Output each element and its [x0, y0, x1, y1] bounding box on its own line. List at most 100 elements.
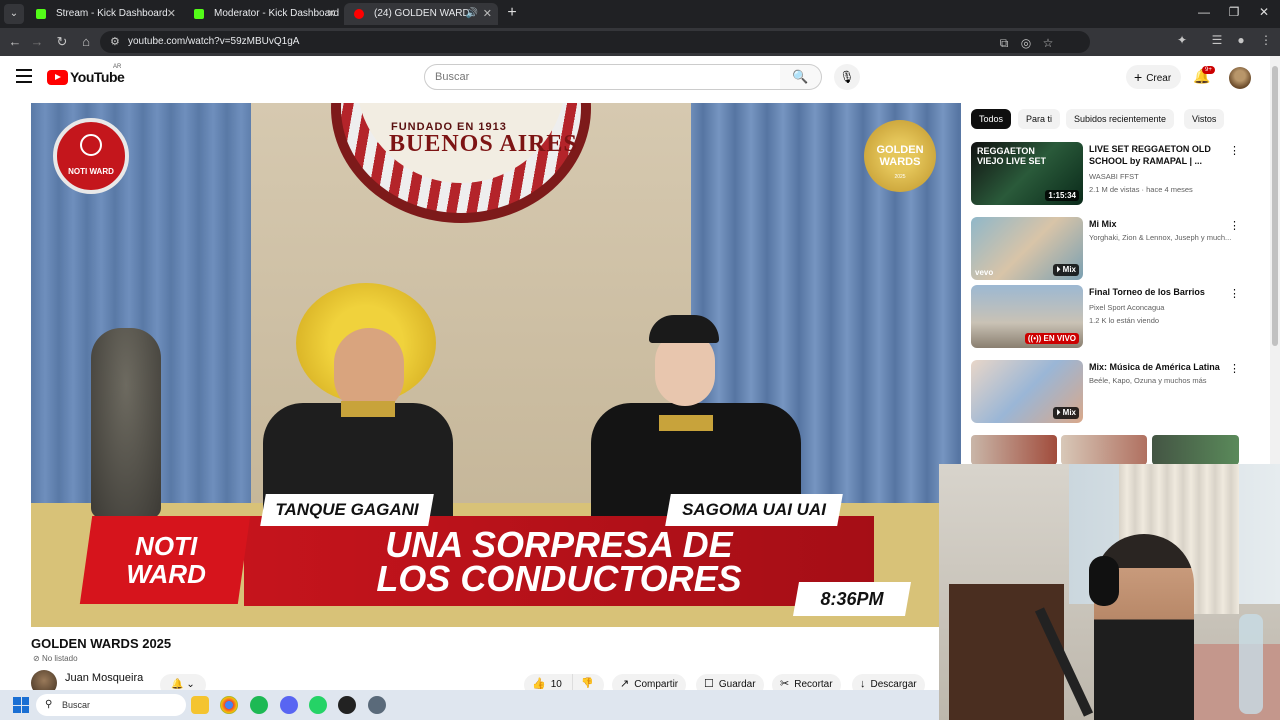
shorts-thumbnail[interactable] — [1061, 435, 1147, 465]
recommendation-title: LIVE SET REGGAETON OLD SCHOOL by RAMAPAL… — [1089, 144, 1211, 166]
tab-kick-stream[interactable]: Stream - Kick Dashboard ✕ — [26, 3, 182, 25]
chip-recent-uploads[interactable]: Subidos recientemente — [1066, 109, 1175, 129]
shorts-thumbnail[interactable] — [1152, 435, 1239, 465]
tab-kick-moderator[interactable]: Moderator - Kick Dashboard ✕ — [184, 3, 342, 25]
video-thumbnail[interactable]: vevo ⏵ Mix — [971, 217, 1083, 280]
recommendation-title: Mi Mix — [1089, 219, 1117, 229]
webcam-overlay — [939, 464, 1280, 720]
forward-arrow-icon[interactable]: → — [28, 33, 46, 51]
tab-youtube-active[interactable]: (24) GOLDEN WARDS 2025 🔊 ✕ — [344, 3, 498, 25]
url-text[interactable]: youtube.com/watch?v=59zMBUvQ1gA — [128, 31, 299, 53]
host-left-bowtie — [341, 401, 395, 417]
soccer-ball-icon — [80, 134, 102, 156]
recommendation-item[interactable]: ((•)) EN VIVO Final Torneo de los Barrio… — [971, 285, 1241, 349]
windows-start-icon[interactable] — [13, 697, 29, 713]
close-window-button[interactable]: ✕ — [1254, 5, 1274, 19]
profile-avatar-icon[interactable]: ● — [1233, 33, 1249, 47]
extensions-icon[interactable]: ✦ — [1174, 33, 1190, 47]
file-explorer-icon[interactable] — [191, 696, 209, 714]
search-box — [424, 64, 781, 90]
bookmark-star-icon[interactable]: ☆ — [1040, 36, 1056, 50]
minimize-button[interactable]: — — [1194, 5, 1214, 19]
time-text: 8:36PM — [820, 589, 884, 609]
video-thumbnail[interactable]: ⏵ Mix — [971, 360, 1083, 423]
account-avatar[interactable] — [1229, 67, 1251, 89]
youtube-play-icon — [47, 70, 68, 85]
tab-search-button[interactable]: ⌄ — [4, 4, 24, 24]
video-title: GOLDEN WARDS 2025 — [31, 636, 172, 651]
close-tab-icon[interactable]: ✕ — [483, 3, 492, 25]
browser-menu-icon[interactable]: ⋮ — [1258, 33, 1274, 47]
chip-todos[interactable]: Todos — [971, 109, 1012, 129]
webcam-dresser — [949, 584, 1064, 720]
scissors-icon: ✂ — [780, 678, 790, 690]
spotify-icon[interactable] — [250, 696, 268, 714]
golden-wards-line2: WARDS — [879, 156, 921, 168]
more-options-icon[interactable]: ⋮ — [1229, 362, 1240, 375]
guide-menu-icon[interactable] — [16, 69, 32, 83]
headline-line1: UNA SORPRESA DE — [385, 524, 733, 565]
site-info-icon[interactable]: ⚙ — [110, 35, 120, 48]
save-label: Guardar — [718, 679, 756, 690]
recommendation-title: Mix: Música de América Latina — [1089, 362, 1220, 372]
recommendation-meta: 2.1 M de vistas · hace 4 meses — [1089, 185, 1193, 194]
search-input[interactable] — [425, 65, 755, 89]
obs-icon[interactable] — [338, 696, 356, 714]
save-icon: ☐ — [704, 678, 714, 690]
recommendation-meta: 1.2 K lo están viendo — [1089, 316, 1160, 325]
reload-icon[interactable]: ↻ — [53, 33, 71, 51]
cast-icon[interactable]: ⧉ — [996, 36, 1012, 51]
golden-wards-year: 2025 — [894, 174, 906, 180]
video-thumbnail[interactable]: REGGAETON VIEJO LIVE SET 1:15:34 — [971, 142, 1083, 205]
recommendation-item[interactable]: ⏵ Mix Mix: Música de América Latina Beél… — [971, 360, 1241, 424]
thumbs-up-icon: 👍 — [532, 678, 546, 690]
more-options-icon[interactable]: ⋮ — [1229, 287, 1240, 300]
youtube-favicon-icon — [354, 9, 364, 19]
recommendation-channel: Beéle, Kapo, Ozuna y muchos más — [1089, 376, 1207, 385]
audio-playing-icon[interactable]: 🔊 — [466, 3, 478, 25]
browser-tab-bar: ⌄ Stream - Kick Dashboard ✕ Moderator - … — [0, 0, 1280, 28]
search-button[interactable]: 🔍 — [780, 64, 822, 90]
taskbar-search[interactable]: ⚲ Buscar — [36, 694, 186, 716]
tracking-eye-icon[interactable]: ◎ — [1018, 36, 1034, 50]
recommendation-item[interactable]: vevo ⏵ Mix Mi Mix Yorghaki, Zion & Lenno… — [971, 217, 1241, 281]
address-bar[interactable]: ⚙ youtube.com/watch?v=59zMBUvQ1gA ⧉ ◎ ☆ — [100, 31, 1090, 53]
create-button[interactable]: + Crear — [1126, 65, 1182, 89]
logo-text: YouTube — [70, 69, 125, 85]
whatsapp-icon[interactable] — [309, 696, 327, 714]
close-tab-icon[interactable]: ✕ — [167, 3, 176, 25]
discord-icon[interactable] — [280, 696, 298, 714]
recommendation-item[interactable]: REGGAETON VIEJO LIVE SET 1:15:34 LIVE SE… — [971, 142, 1241, 206]
chip-para-ti[interactable]: Para ti — [1018, 109, 1061, 129]
more-options-icon[interactable]: ⋮ — [1229, 219, 1240, 232]
crest-city-text: BUENOS AIRES — [389, 131, 578, 157]
headset — [1089, 556, 1119, 606]
more-options-icon[interactable]: ⋮ — [1229, 144, 1240, 157]
video-player[interactable]: FUNDADO EN 1913 BUENOS AIRES NOTI WARD G… — [31, 103, 961, 627]
channel-name[interactable]: Juan Mosqueira — [65, 672, 143, 684]
browser-toolbar: ← → ↻ ⌂ ⚙ youtube.com/watch?v=59zMBUvQ1g… — [0, 28, 1280, 56]
chip-vistos[interactable]: Vistos — [1184, 109, 1225, 129]
noti-ward-box: NOTI WARD — [79, 516, 251, 604]
close-tab-icon[interactable]: ✕ — [327, 3, 336, 25]
youtube-header: YouTube AR 🔍 🎙 +Crear 🔔 9+ — [0, 56, 1270, 100]
scrollbar-thumb[interactable] — [1272, 66, 1278, 346]
kick-favicon-icon — [194, 9, 204, 19]
name-right-text: SAGOMA UAI UAI — [682, 500, 826, 519]
tab-title: Moderator - Kick Dashboard — [214, 8, 340, 19]
home-icon[interactable]: ⌂ — [77, 33, 95, 51]
shorts-thumbnail[interactable] — [971, 435, 1057, 465]
settings-gear-icon[interactable] — [368, 696, 386, 714]
visibility-label: ⊘ No listado — [33, 654, 78, 663]
back-arrow-icon[interactable]: ← — [6, 33, 24, 51]
name-left-text: TANQUE GAGANI — [275, 500, 419, 519]
video-thumbnail[interactable]: ((•)) EN VIVO — [971, 285, 1083, 348]
reading-list-icon[interactable]: ☰ — [1209, 33, 1225, 47]
name-tag-right: SAGOMA UAI UAI — [665, 494, 843, 526]
tab-title: (24) GOLDEN WARDS 2025 — [374, 8, 470, 19]
maximize-button[interactable]: ❐ — [1224, 5, 1244, 19]
chrome-icon[interactable] — [220, 696, 238, 714]
voice-search-mic-icon[interactable]: 🎙 — [834, 64, 860, 90]
lower-third-headline: UNA SORPRESA DE LOS CONDUCTORES — [244, 524, 874, 597]
new-tab-button[interactable]: + — [504, 4, 520, 22]
